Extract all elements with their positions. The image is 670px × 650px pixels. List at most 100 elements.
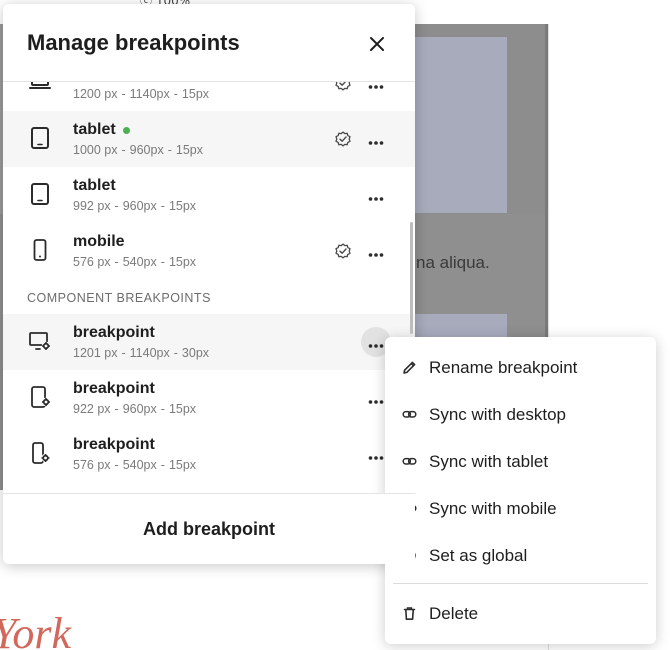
gutter-width: 15px xyxy=(181,87,210,101)
more-options-button[interactable] xyxy=(361,236,391,266)
panel-header: Manage breakpoints xyxy=(3,4,415,82)
breakpoint-name-label: breakpoint xyxy=(73,436,155,453)
breakpoint-name: breakpoint xyxy=(73,380,155,398)
container-width: 960px xyxy=(122,199,157,213)
breakpoint-row[interactable]: tablet 992 px -960px -15px xyxy=(3,167,415,223)
meta-separator: - xyxy=(121,87,126,101)
breakpoint-name: mobile xyxy=(73,233,125,251)
menu-item-sync-with-tablet[interactable]: Sync with tablet xyxy=(385,438,656,485)
gutter-width: 15px xyxy=(175,143,203,157)
tablet-icon xyxy=(28,126,52,150)
gutter-width: 30px xyxy=(181,346,210,360)
breakpoint-width: 992 px xyxy=(73,199,111,213)
meta-separator: - xyxy=(173,346,178,360)
menu-item-delete[interactable]: Delete xyxy=(385,590,656,637)
menu-item-label: Rename breakpoint xyxy=(429,358,578,377)
meta-separator: - xyxy=(160,199,165,213)
menu-item-sync-with-desktop[interactable]: Sync with desktop xyxy=(385,391,656,438)
canvas-image-placeholder xyxy=(415,37,507,213)
meta-separator: - xyxy=(160,458,165,472)
breakpoint-context-menu: Rename breakpoint Sync with desktop Sync w… xyxy=(385,337,656,644)
phone-icon xyxy=(28,238,52,262)
tablet-icon xyxy=(28,182,52,206)
meta-separator: - xyxy=(160,402,165,416)
menu-item-label: Sync with mobile xyxy=(429,499,557,518)
meta-separator: - xyxy=(114,402,119,416)
breakpoint-name-label: mobile xyxy=(73,233,125,250)
panel-footer: Add breakpoint xyxy=(3,493,415,564)
add-breakpoint-button[interactable]: Add breakpoint xyxy=(123,511,295,548)
component-breakpoint-row[interactable]: breakpoint 1201 px -1140px -30px xyxy=(3,314,415,370)
menu-item-set-as-global[interactable]: Set as global xyxy=(385,532,656,579)
menu-item-label: Sync with desktop xyxy=(429,405,567,424)
scrollbar[interactable] xyxy=(410,222,413,334)
gutter-width: 15px xyxy=(168,458,197,472)
menu-item-label: Set as global xyxy=(429,546,528,565)
breakpoint-width: 1200 px xyxy=(73,87,118,101)
meta-separator: - xyxy=(167,143,172,157)
breakpoint-row[interactable]: mobile 576 px -540px -15px xyxy=(3,223,415,279)
breakpoint-width: 576 px xyxy=(73,255,111,269)
more-icon xyxy=(368,242,384,261)
more-options-button[interactable] xyxy=(361,124,391,154)
meta-separator: - xyxy=(114,458,119,472)
sync-check-icon xyxy=(334,242,352,260)
breakpoint-name-label: breakpoint xyxy=(73,380,155,397)
more-icon xyxy=(368,389,384,408)
tablet-component-icon xyxy=(28,385,52,409)
breakpoint-dimensions: 576 px -540px -15px xyxy=(73,255,196,269)
component-breakpoint-row[interactable]: breakpoint 576 px -540px -15px xyxy=(3,426,415,482)
menu-item-rename-breakpoint[interactable]: Rename breakpoint xyxy=(385,344,656,391)
breakpoint-name: breakpoint xyxy=(73,324,155,342)
more-icon xyxy=(368,445,384,464)
phone-component-icon xyxy=(28,441,52,465)
container-width: 1140px xyxy=(129,87,170,101)
breakpoint-row[interactable]: tablet 1000 px -960px -15px xyxy=(3,111,415,167)
meta-separator: - xyxy=(173,87,178,101)
more-icon xyxy=(368,130,384,149)
trash-icon xyxy=(402,606,417,621)
breakpoint-width: 1000 px xyxy=(73,143,118,157)
container-width: 960px xyxy=(122,402,157,416)
gutter-width: 15px xyxy=(168,255,197,269)
desktop-component-icon xyxy=(28,329,52,353)
breakpoint-width: 922 px xyxy=(73,402,111,416)
pencil-icon xyxy=(402,360,417,375)
breakpoint-width: 576 px xyxy=(73,458,111,472)
breakpoint-dimensions: 1000 px -960px -15px xyxy=(73,143,203,157)
breakpoint-dimensions: 1201 px -1140px -30px xyxy=(73,346,209,360)
manage-breakpoints-panel: Manage breakpoints desktop1200 px-1140px… xyxy=(3,4,415,564)
gutter-width: 15px xyxy=(168,199,197,213)
menu-divider xyxy=(393,583,648,584)
sync-check-icon xyxy=(334,130,352,148)
container-width: 1140px xyxy=(129,346,170,360)
breakpoint-name: breakpoint xyxy=(73,436,155,454)
breakpoint-dimensions: 576 px -540px -15px xyxy=(73,458,196,472)
meta-separator: - xyxy=(121,143,126,157)
more-icon xyxy=(368,333,384,352)
link-icon xyxy=(402,407,417,422)
breakpoint-name-label: tablet xyxy=(73,121,116,138)
more-options-button[interactable] xyxy=(361,180,391,210)
meta-separator: - xyxy=(121,346,126,360)
panel-title: Manage breakpoints xyxy=(27,30,240,55)
menu-item-label: Sync with tablet xyxy=(429,452,549,471)
component-breakpoint-row[interactable]: breakpoint 922 px -960px -15px xyxy=(3,370,415,426)
canvas-heading: York xyxy=(0,609,72,650)
active-indicator-dot xyxy=(122,126,130,134)
gutter-width: 15px xyxy=(168,402,197,416)
meta-separator: - xyxy=(114,199,119,213)
breakpoint-list: desktop1200 px-1140px-15pxtablet1000 px-… xyxy=(3,55,415,482)
close-icon xyxy=(370,37,384,51)
breakpoint-name-label: tablet xyxy=(73,177,116,194)
breakpoint-width: 1201 px xyxy=(73,346,118,360)
container-width: 540px xyxy=(122,255,157,269)
close-button[interactable] xyxy=(363,30,391,58)
meta-separator: - xyxy=(160,255,165,269)
menu-item-sync-with-mobile[interactable]: Sync with mobile xyxy=(385,485,656,532)
container-width: 540px xyxy=(122,458,157,472)
breakpoint-name-label: breakpoint xyxy=(73,324,155,341)
more-icon xyxy=(368,186,384,205)
component-breakpoints-heading: COMPONENT BREAKPOINTS xyxy=(3,279,415,314)
container-width: 960px xyxy=(129,143,164,157)
